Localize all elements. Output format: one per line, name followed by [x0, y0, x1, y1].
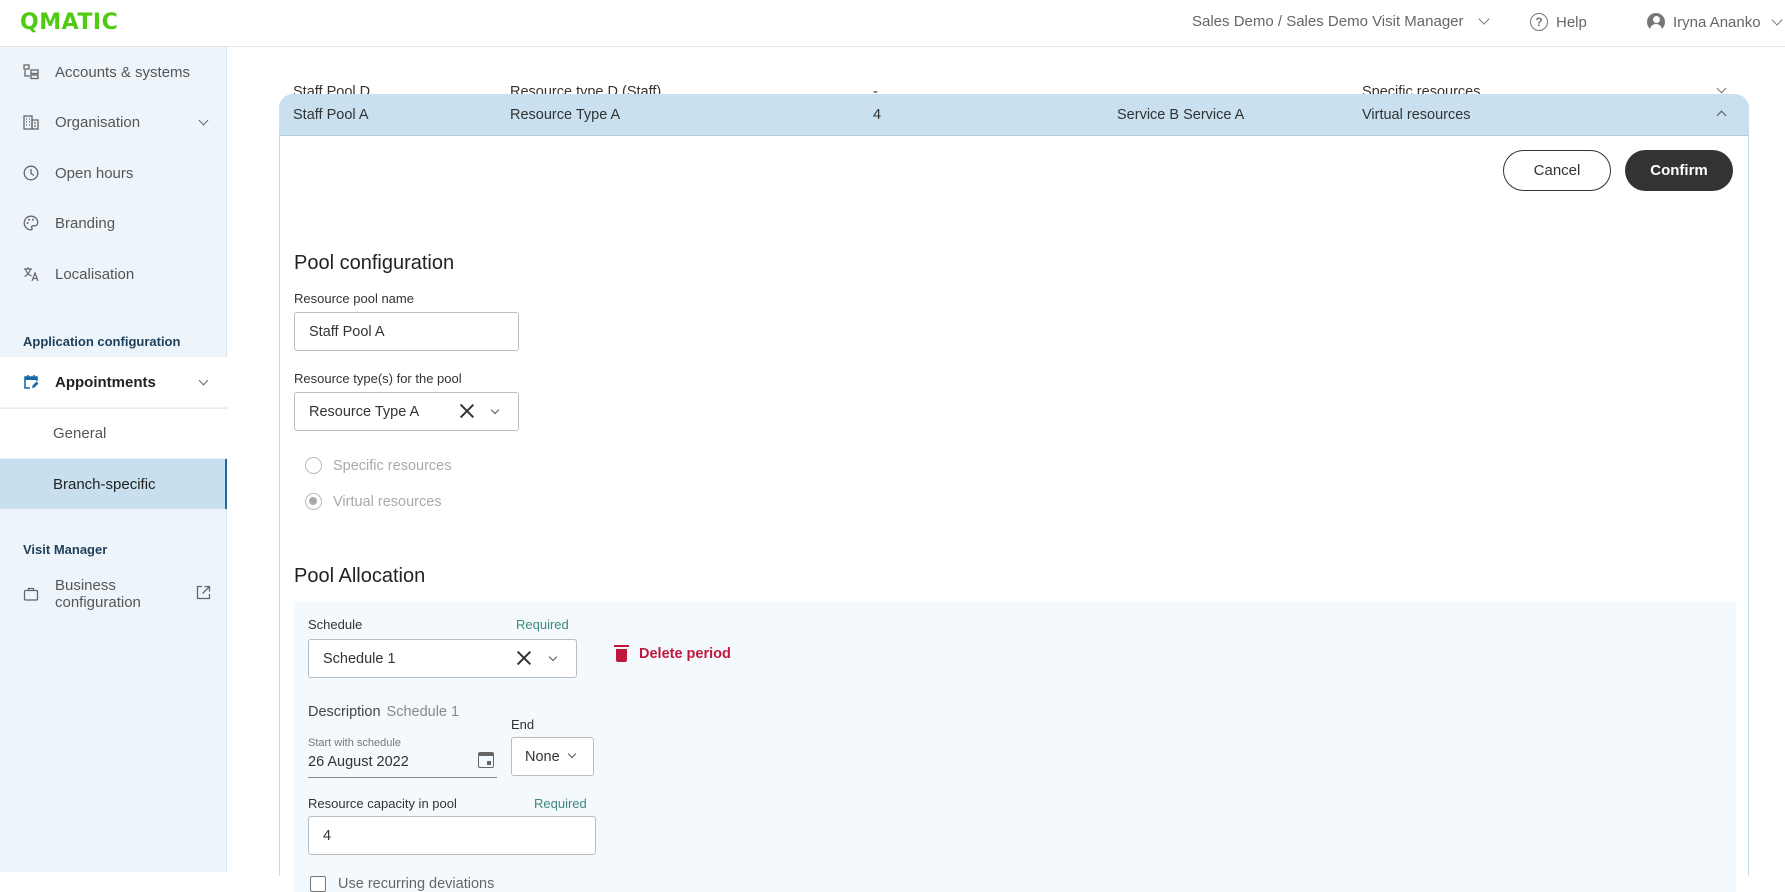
recurring-deviations-checkbox[interactable]	[310, 876, 326, 892]
sidebar-item-label: Appointments	[55, 373, 156, 391]
pool-name: Staff Pool A	[293, 107, 369, 123]
calendar-edit-icon	[22, 373, 40, 391]
schedule-value: Schedule 1	[323, 650, 396, 667]
accounts-icon	[22, 63, 40, 81]
sidebar-item-label: Open hours	[55, 164, 134, 182]
user-name: Iryna Ananko	[1673, 13, 1761, 31]
resource-type-value: Resource Type A	[309, 403, 420, 420]
cancel-button[interactable]: Cancel	[1503, 150, 1611, 191]
external-link-icon	[196, 585, 211, 604]
sidebar-item-label: Organisation	[55, 113, 141, 131]
pool-name-input[interactable]: Staff Pool A	[294, 312, 519, 351]
radio-virtual-label: Virtual resources	[333, 494, 442, 510]
sidebar-item-label: Branch-specific	[53, 475, 156, 493]
chevron-down-icon	[567, 749, 577, 759]
end-value: None	[525, 748, 560, 765]
description-label: Description	[308, 704, 381, 720]
main-content: Staff Pool D Resource type D (Staff) - S…	[228, 47, 1785, 892]
chevron-down-icon	[198, 115, 209, 126]
calendar-icon[interactable]	[478, 752, 494, 768]
building-icon	[22, 113, 40, 131]
chevron-down-icon	[198, 375, 209, 386]
sidebar-item-label: Business configuration	[55, 577, 141, 611]
schedule-select[interactable]: Schedule 1	[308, 639, 577, 678]
sidebar-item-organisation[interactable]: Organisation	[0, 97, 227, 147]
end-label: End	[511, 717, 535, 732]
chevron-down-icon	[548, 652, 558, 662]
radio-virtual-resources[interactable]	[305, 493, 322, 510]
resource-type-select[interactable]: Resource Type A	[294, 392, 519, 431]
end-select[interactable]: None	[511, 737, 594, 776]
chevron-down-icon	[490, 405, 500, 415]
resource-type-label: Resource type(s) for the pool	[294, 371, 462, 386]
chevron-up-icon[interactable]	[1716, 110, 1727, 121]
start-date-underline	[308, 777, 497, 778]
section-application-configuration: Application configuration	[23, 334, 181, 349]
sidebar-item-business-configuration[interactable]: Business configuration	[0, 569, 227, 619]
top-header: QMATIC Sales Demo / Sales Demo Visit Man…	[0, 0, 1785, 47]
description-value: Schedule 1	[386, 704, 460, 720]
translate-icon	[22, 265, 40, 283]
pool-allocation-section: Schedule Required Schedule 1 Delete peri…	[294, 602, 1736, 892]
pool-name-value: Staff Pool A	[309, 323, 385, 340]
description-row: Description Schedule 1	[308, 704, 459, 720]
sidebar-item-localisation[interactable]: Localisation	[0, 249, 227, 299]
capacity-label: Resource capacity in pool	[308, 796, 457, 811]
help-link[interactable]: ? Help	[1530, 13, 1587, 31]
help-icon: ?	[1530, 13, 1548, 31]
radio-specific-label: Specific resources	[333, 458, 452, 474]
start-date-label: Start with schedule	[308, 737, 401, 749]
sidebar-item-branch-specific[interactable]: Branch-specific	[0, 459, 227, 509]
capacity-required: Required	[534, 796, 587, 811]
sidebar-item-branding[interactable]: Branding	[0, 198, 227, 248]
start-date-value[interactable]: 26 August 2022	[308, 754, 409, 770]
briefcase-icon	[22, 585, 40, 603]
sidebar-item-label: Accounts & systems	[55, 63, 191, 81]
sidebar-item-label: General	[53, 425, 107, 442]
trash-icon	[614, 645, 629, 662]
clear-icon[interactable]	[516, 650, 532, 666]
clear-icon[interactable]	[459, 403, 475, 419]
schedule-label: Schedule	[308, 617, 363, 632]
section-visit-manager: Visit Manager	[23, 542, 108, 557]
palette-icon	[22, 214, 40, 232]
delete-period-button[interactable]: Delete period	[614, 645, 731, 662]
sidebar-item-general[interactable]: General	[0, 408, 227, 458]
pool-services: Service B Service A	[1117, 107, 1245, 123]
pool-edit-panel: Cancel Confirm Pool configuration Resour…	[279, 136, 1749, 892]
tenant-breadcrumb: Sales Demo / Sales Demo Visit Manager	[1192, 13, 1464, 30]
capacity-input[interactable]: 4	[308, 816, 596, 855]
clock-icon	[22, 164, 40, 182]
sidebar-item-open-hours[interactable]: Open hours	[0, 148, 227, 198]
help-label: Help	[1556, 13, 1587, 31]
pool-allocation-title: Pool Allocation	[294, 565, 426, 587]
schedule-required: Required	[516, 617, 569, 632]
pool-resource-type: Resource Type A	[510, 107, 621, 123]
pool-name-label: Resource pool name	[294, 291, 414, 306]
qmatic-logo[interactable]: QMATIC	[20, 10, 118, 35]
radio-specific-resources[interactable]	[305, 457, 322, 474]
chevron-down-icon	[1770, 13, 1783, 26]
sidebar-item-appointments[interactable]: Appointments	[0, 357, 227, 407]
user-menu[interactable]: Iryna Ananko	[1647, 13, 1783, 31]
chevron-down-icon[interactable]	[1716, 83, 1727, 94]
pool-row-staff-pool-a[interactable]: Staff Pool A Resource Type A 4 Service B…	[279, 94, 1749, 136]
capacity-value: 4	[323, 827, 332, 844]
sidebar-item-accounts[interactable]: Accounts & systems	[0, 47, 227, 97]
chevron-down-icon	[1477, 13, 1490, 25]
pool-capacity: 4	[873, 107, 882, 123]
tenant-selector[interactable]: Sales Demo / Sales Demo Visit Manager	[1192, 13, 1490, 30]
recurring-deviations-label: Use recurring deviations	[338, 876, 495, 892]
user-avatar-icon	[1647, 13, 1665, 31]
pool-configuration-title: Pool configuration	[294, 252, 455, 274]
sidebar-item-label: Branding	[55, 214, 116, 232]
sidebar: Accounts & systems Organisation Open hou…	[0, 47, 227, 872]
sidebar-item-label: Localisation	[55, 265, 135, 283]
delete-period-label: Delete period	[639, 646, 731, 662]
confirm-button[interactable]: Confirm	[1625, 150, 1733, 191]
pool-mode: Virtual resources	[1362, 107, 1471, 123]
